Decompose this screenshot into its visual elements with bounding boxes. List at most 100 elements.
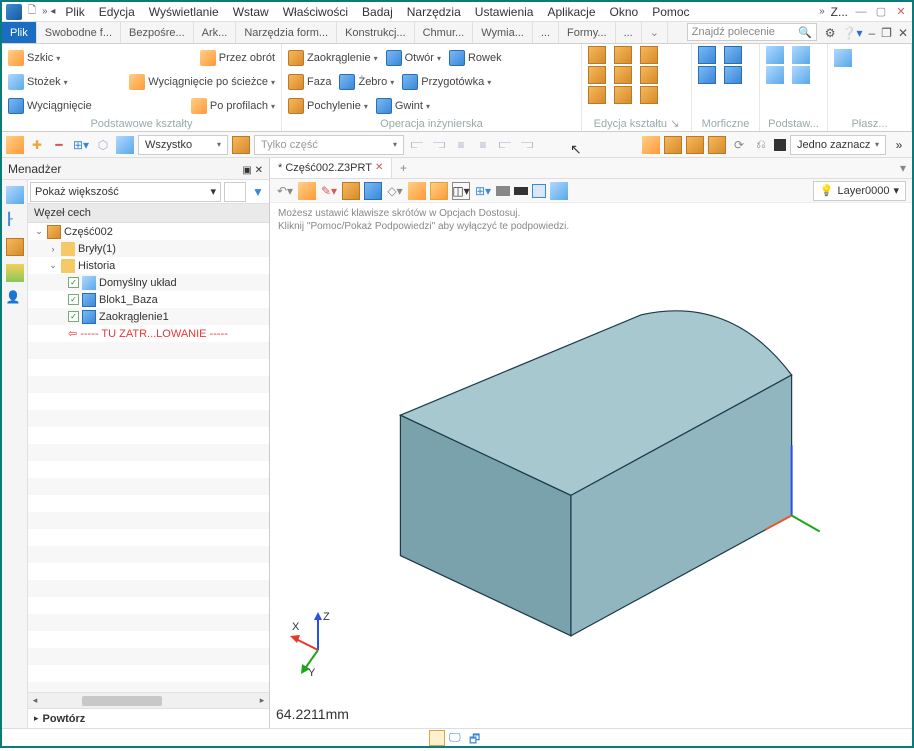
sb-i2-icon[interactable]: 🖵 [449,730,465,746]
qb-hex-icon[interactable]: ⬡ [94,136,112,154]
ct-i11-icon[interactable] [514,187,528,195]
qb-i1-icon[interactable] [642,136,660,154]
rb-base4[interactable] [792,66,810,84]
rb-morph1[interactable] [698,46,716,64]
rb-cone[interactable]: Stożek▾ [8,74,68,90]
side-tab-1-icon[interactable] [6,186,24,204]
cb-feat3[interactable]: ✓ [68,311,79,322]
tree-feat1[interactable]: Domyślny układ [99,277,177,289]
tab-more1[interactable]: ... [533,22,559,43]
side-tab-3-icon[interactable] [6,238,24,256]
tree-feat3[interactable]: Zaokrąglenie1 [99,311,169,323]
qb-i2-icon[interactable] [664,136,682,154]
repeat-exp-icon[interactable]: ▸ [34,713,39,724]
tab-more2[interactable]: ... [616,22,642,43]
doc-close-icon[interactable]: ✕ [375,162,383,173]
rb-thread[interactable]: Gwint▾ [376,98,430,114]
side-tab-4-icon[interactable] [6,264,24,282]
menu-plik[interactable]: Plik [61,4,88,20]
tab-chmur[interactable]: Chmur... [415,22,474,43]
tree-pointer[interactable]: ----- TU ZATR...LOWANIE ----- [80,328,228,340]
tab-formy[interactable]: Formy... [559,22,616,43]
menu-narzedzia[interactable]: Narzędzia [403,4,465,20]
manager-pin-icon[interactable]: ▣ [242,165,254,176]
rb-morph3[interactable] [698,66,716,84]
rb-hole[interactable]: Otwór▾ [386,50,441,66]
rb-edit6[interactable] [640,66,658,84]
ct-i7-icon[interactable] [430,182,448,200]
show-combo[interactable]: Pokaż większość▾ [30,182,221,202]
rb-extrude[interactable]: Wyciągnięcie [8,98,92,114]
rb-prep[interactable]: Przygotówka▾ [402,74,491,90]
side-tab-5-icon[interactable]: 👤 [6,290,24,308]
qb-cursor-icon[interactable] [6,136,24,154]
view-triad[interactable]: Z X Y [290,608,360,678]
ct-i8-icon[interactable]: ◫▾ [452,182,470,200]
menu-ustawienia[interactable]: Ustawienia [471,4,538,20]
feature-tree[interactable]: ⌄Część002 ›Bryły(1) ⌄Historia ✓Domyślny … [28,223,269,692]
rb-edit7[interactable] [588,86,606,104]
overflow-icon[interactable]: » [819,6,825,17]
qb-i6-icon[interactable]: ⎌ [752,136,770,154]
menu-okno[interactable]: Okno [606,4,643,20]
menu-pomoc[interactable]: Pomoc [648,4,693,20]
viewport-canvas[interactable]: Możesz ustawić klawisze skrótów w Opcjac… [270,203,912,728]
rb-edit2[interactable] [614,46,632,64]
close-icon[interactable]: ✕ [894,5,908,19]
cb-feat1[interactable]: ✓ [68,277,79,288]
layer-combo[interactable]: 💡 Layer0000 ▾ [813,181,906,201]
qb-align5-icon[interactable]: ⫍ [496,136,514,154]
tree-solids[interactable]: Bryły(1) [78,243,116,255]
rb-edit1[interactable] [588,46,606,64]
rb-draft[interactable]: Pochylenie▾ [288,98,368,114]
ct-i6-icon[interactable] [408,182,426,200]
menu-wyswietlanie[interactable]: Wyświetlanie [145,4,223,20]
rb-rib[interactable]: Żebro▾ [339,74,394,90]
tab-chevron[interactable]: ⌄ [642,22,668,43]
rb-fillet[interactable]: Zaokrąglenie▾ [288,50,378,66]
ct-i13-icon[interactable] [550,182,568,200]
rb-edit4[interactable] [588,66,606,84]
tree-hscroll[interactable]: ◂ ▸ [28,692,269,708]
menu-badaj[interactable]: Badaj [358,4,397,20]
doc-add-tab[interactable]: + [392,161,414,175]
qb-overflow-icon[interactable]: » [890,136,908,154]
model-3d[interactable] [270,203,912,728]
menu-wlasciwosci[interactable]: Właściwości [279,4,352,20]
tab-wymia[interactable]: Wymia... [473,22,533,43]
rb-edit3[interactable] [640,46,658,64]
scroll-right-icon[interactable]: ▸ [255,695,269,706]
qb-scope-icon[interactable] [232,136,250,154]
manager-close-icon[interactable]: ✕ [255,165,263,176]
menu-aplikacje[interactable]: Aplikacje [543,4,599,20]
rb-sketch[interactable]: Szkic▾ [8,50,60,66]
repeat-bar[interactable]: ▸Powtórz [28,708,269,728]
qb-align6-icon[interactable]: ⫎ [518,136,536,154]
mdi-restore-icon[interactable]: ❐ [881,26,892,40]
exp-part[interactable]: ⌄ [34,226,44,237]
rb-loft[interactable]: Po profilach▾ [191,98,275,114]
tab-ark[interactable]: Ark... [194,22,237,43]
rb-base3[interactable] [766,66,784,84]
help-icon[interactable]: ❔▾ [842,26,863,40]
qb-dash-icon[interactable]: ⊞▾ [72,136,90,154]
cb-feat2[interactable]: ✓ [68,294,79,305]
tree-filter-icon[interactable]: ▼ [247,182,269,202]
qb-minus-icon[interactable]: ━ [50,136,68,154]
menu-wstaw[interactable]: Wstaw [229,4,273,20]
sb-i3-icon[interactable]: 🗗 [469,730,485,746]
ct-i12-icon[interactable] [532,184,546,198]
doc-tabs-menu-icon[interactable]: ▾ [894,161,912,175]
qb-align3-icon[interactable]: ≡ [452,136,470,154]
scope-combo[interactable]: Tylko część▾ [254,135,404,155]
menu-edycja[interactable]: Edycja [95,4,139,20]
rb-slot[interactable]: Rowek [449,50,502,66]
qb-plus-icon[interactable]: ✚ [28,136,46,154]
qb-i5-icon[interactable]: ⟳ [730,136,748,154]
minimize-icon[interactable]: — [854,5,868,19]
doc-tab-active[interactable]: * Część002.Z3PRT ✕ [270,158,392,178]
rb-plane1[interactable] [834,49,852,67]
tree-history[interactable]: Historia [78,260,115,272]
settings-icon[interactable]: ⚙ [825,26,836,40]
rb-edit5[interactable] [614,66,632,84]
